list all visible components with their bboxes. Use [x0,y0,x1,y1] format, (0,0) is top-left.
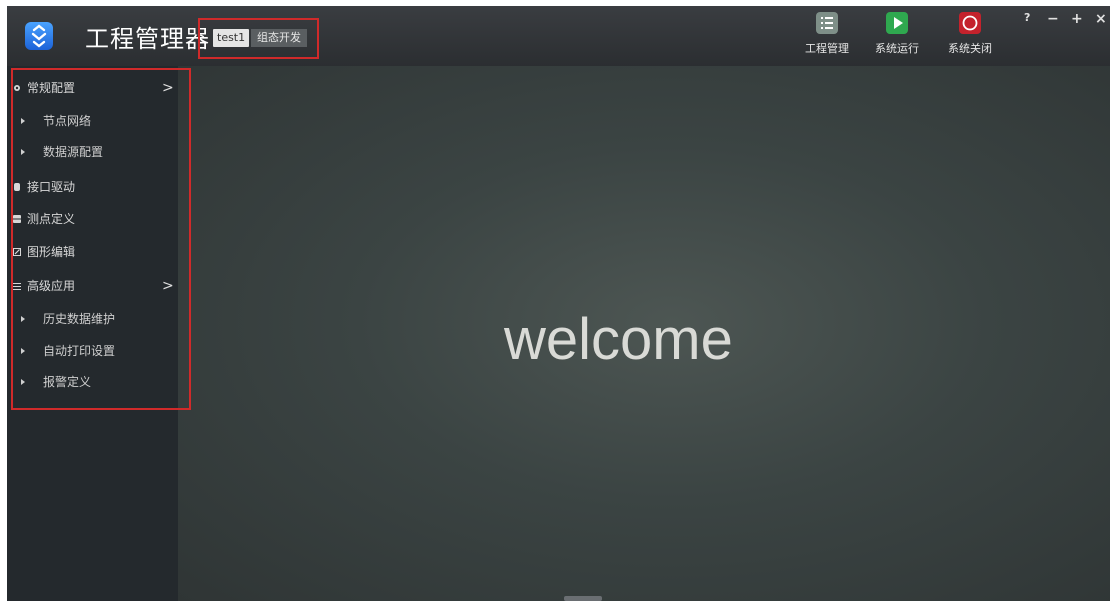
sidebar-item-label: 高级应用 [27,279,76,293]
app-logo-icon [25,22,53,50]
project-manage-label: 工程管理 [805,42,849,55]
sidebar-item-label: 数据源配置 [43,145,104,159]
sliders-icon [13,283,21,290]
chevron-right-icon: > [162,80,174,96]
help-button[interactable]: ? [1024,11,1030,24]
sidebar-item-graphics-edit[interactable]: 图形编辑 [7,237,178,267]
gear-icon [14,85,20,91]
system-run-button[interactable]: 系统运行 [869,12,925,64]
database-icon [13,215,21,223]
edit-icon [13,248,21,256]
mode-badge: 组态开发 [251,29,307,47]
triangle-right-icon [21,149,25,155]
triangle-right-icon [21,379,25,385]
sidebar-subitem-node-network[interactable]: 节点网络 [7,106,178,136]
sidebar-item-label: 节点网络 [43,114,92,128]
maximize-button[interactable]: + [1071,11,1083,27]
sidebar-item-label: 接口驱动 [27,180,76,194]
project-name-badge: test1 [213,29,250,47]
close-window-button[interactable]: × [1095,11,1107,27]
triangle-right-icon [21,118,25,124]
sidebar-subitem-auto-print[interactable]: 自动打印设置 [7,336,178,366]
system-close-button[interactable]: 系统关闭 [942,12,998,64]
title-bar: 工程管理器 test1 组态开发 工程管理 系统运行 系统关闭 ? − + × [7,6,1110,66]
sidebar-item-interface-driver[interactable]: 接口驱动 [7,172,178,202]
triangle-right-icon [21,316,25,322]
welcome-text: welcome [504,307,733,372]
sidebar-subitem-history-data[interactable]: 历史数据维护 [7,304,178,334]
sidebar-item-label: 图形编辑 [27,245,76,259]
sidebar-item-label: 测点定义 [27,212,76,226]
triangle-right-icon [21,348,25,354]
minimize-button[interactable]: − [1047,11,1059,27]
sidebar-item-label: 历史数据维护 [43,312,116,326]
chevron-right-icon: > [162,278,174,294]
sidebar-item-point-definition[interactable]: 测点定义 [7,204,178,234]
sidebar-subitem-datasource-config[interactable]: 数据源配置 [7,137,178,167]
sidebar: 常规配置 > 节点网络 数据源配置 接口驱动 测点定义 图形编辑 高级应用 > [7,66,178,601]
sidebar-subitem-alarm-definition[interactable]: 报警定义 [7,367,178,397]
sidebar-item-label: 常规配置 [27,81,76,95]
sidebar-item-label: 报警定义 [43,375,92,389]
cylinder-icon [14,183,20,191]
system-close-label: 系统关闭 [948,42,992,55]
list-icon [816,12,838,34]
sidebar-item-general-config[interactable]: 常规配置 > [7,73,178,103]
system-run-label: 系统运行 [875,42,919,55]
sidebar-item-label: 自动打印设置 [43,344,116,358]
resize-handle[interactable] [564,596,602,601]
app-title: 工程管理器 [85,25,210,53]
stop-circle-icon [959,12,981,34]
play-icon [886,12,908,34]
app-window: 工程管理器 test1 组态开发 工程管理 系统运行 系统关闭 ? − + × … [7,6,1110,601]
sidebar-item-advanced-apps[interactable]: 高级应用 > [7,271,178,301]
main-content: welcome [178,66,1110,601]
project-manage-button[interactable]: 工程管理 [799,12,855,64]
